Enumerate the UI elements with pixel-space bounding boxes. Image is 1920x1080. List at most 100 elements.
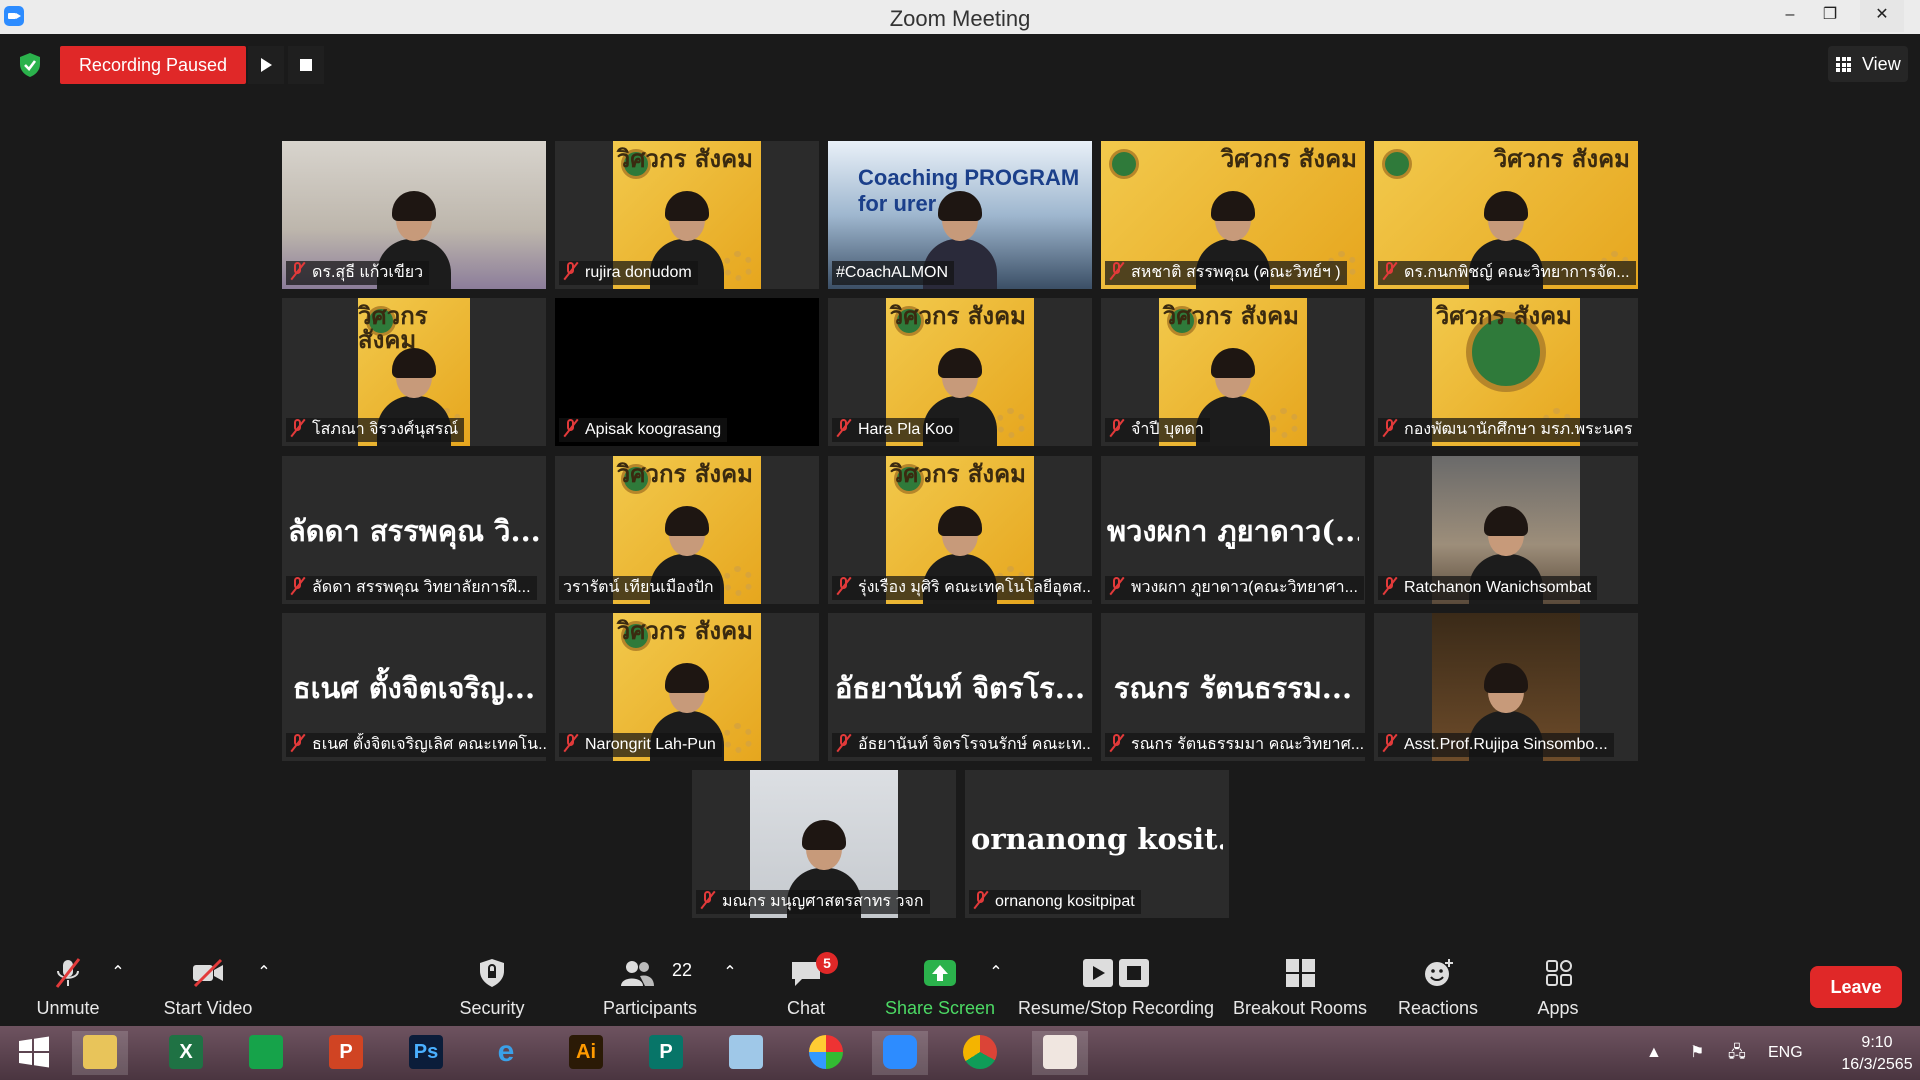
participants-options-caret[interactable]: ⌃ (722, 962, 738, 982)
taskbar-powerpoint[interactable]: P (318, 1031, 374, 1075)
muted-microphone-icon (1109, 261, 1125, 281)
participant-name: สหชาติ สรรพคุณ (คณะวิทย์ฯ ) (1131, 264, 1341, 281)
taskbar-excel[interactable]: X (158, 1031, 214, 1075)
taskbar-chrome[interactable] (952, 1031, 1008, 1075)
gear-decoration-icon (996, 408, 1026, 438)
system-clock[interactable]: 9:10 16/3/2565 (1834, 1032, 1920, 1076)
participant-tile[interactable]: Asst.Prof.Rujipa Sinsombo... (1374, 613, 1638, 761)
resume-stop-icon (1083, 959, 1149, 987)
muted-microphone-icon (563, 418, 579, 438)
participant-tile[interactable]: อัธยานันท์ จิตรโร... อัธยานันท์ จิตรโรจนร… (828, 613, 1092, 761)
participant-display-name: พวงผกา ภูยาดาว(... (1107, 514, 1359, 548)
participant-name-bar: ลัดดา สรรพคุณ วิทยาลัยการฝึ... (286, 576, 537, 600)
close-button[interactable]: ✕ (1860, 0, 1904, 32)
muted-microphone-icon (563, 261, 579, 281)
muted-microphone-icon (836, 418, 852, 438)
network-icon[interactable]: 🖧 (1728, 1026, 1746, 1080)
participant-tile[interactable]: รณกร รัตนธรรม... รณกร รัตนธรรมมา คณะวิทยา… (1101, 613, 1365, 761)
participant-display-name: อัธยานันท์ จิตรโร... (834, 671, 1086, 705)
taskbar-file-explorer[interactable] (72, 1031, 128, 1075)
participant-tile[interactable]: วิศวกร สังคม รุ่งเรือง มุศิริ คณะเทคโนโลย… (828, 456, 1092, 604)
share-screen-label: Share Screen (884, 998, 996, 1018)
taskbar-zoom[interactable] (872, 1031, 928, 1075)
stop-recording-button[interactable] (288, 46, 324, 84)
publisher-icon: P (649, 1035, 683, 1069)
internet-explorer-icon: e (497, 1035, 515, 1068)
participant-tile[interactable]: วิศวกร สังคม ดร.กนกพิชญ์ คณะวิทยาการจัด..… (1374, 141, 1638, 289)
taskbar-publisher[interactable]: P (638, 1031, 694, 1075)
encryption-shield-icon[interactable] (18, 52, 42, 78)
muted-microphone-icon (836, 576, 852, 596)
taskbar-photoshop[interactable]: Ps (398, 1031, 454, 1075)
audio-options-caret[interactable]: ⌃ (110, 962, 126, 982)
minimize-button[interactable]: – (1768, 0, 1812, 32)
participant-name: ดร.สุธี แก้วเขียว (312, 264, 424, 281)
participant-name-bar: กองพัฒนานักศึกษา มรภ.พระนคร (1378, 418, 1638, 442)
show-hidden-icons-button[interactable]: ▲ (1646, 1026, 1662, 1080)
participant-tile[interactable]: Ratchanon Wanichsombat (1374, 456, 1638, 604)
view-button[interactable]: View (1828, 46, 1908, 82)
poster-text: วิศวกร สังคม (1435, 301, 1572, 330)
participant-tile[interactable]: วิศวกร สังคม Narongrit Lah-Pun (555, 613, 819, 761)
participants-button[interactable]: 22 Participants (596, 942, 704, 1026)
taskbar-internet-explorer[interactable]: e (478, 1031, 534, 1075)
security-button[interactable]: Security (440, 942, 544, 1026)
participant-tile[interactable]: วิศวกร สังคม Hara Pla Koo (828, 298, 1092, 446)
participant-tile[interactable]: ธเนศ ตั้งจิตเจริญ... ธเนศ ตั้งจิตเจริญเลิ… (282, 613, 546, 761)
clock-time: 9:10 (1861, 1034, 1893, 1051)
input-language[interactable]: ENG (1768, 1026, 1803, 1080)
muted-microphone-icon (290, 733, 306, 753)
action-center-flag-icon[interactable]: ⚑ (1690, 1026, 1704, 1080)
participant-name-bar: โสภณา จิรวงศ์นุสรณ์ (286, 418, 465, 442)
leave-button[interactable]: Leave (1810, 966, 1902, 1008)
participant-name-bar: ธเนศ ตั้งจิตเจริญเลิศ คณะเทคโน... (286, 733, 546, 757)
participant-tile[interactable]: ลัดดา สรรพคุณ วิ... ลัดดา สรรพคุณ วิทยาลั… (282, 456, 546, 604)
breakout-rooms-button[interactable]: Breakout Rooms (1230, 942, 1370, 1026)
gear-decoration-icon (723, 251, 753, 281)
chat-label: Chat (786, 998, 826, 1018)
reactions-button[interactable]: Reactions (1388, 942, 1488, 1026)
muted-microphone-icon (700, 890, 716, 910)
illustrator-icon: Ai (569, 1035, 603, 1069)
participant-tile[interactable]: Coaching PROGRAM for urer #CoachALMON (828, 141, 1092, 289)
muted-microphone-icon (1382, 576, 1398, 596)
share-screen-icon (924, 960, 956, 986)
security-label: Security (459, 998, 525, 1018)
taskbar-illustrator[interactable]: Ai (558, 1031, 614, 1075)
share-options-caret[interactable]: ⌃ (988, 962, 1004, 982)
window-title-bar: Zoom Meeting – ❐ ✕ (0, 0, 1920, 34)
start-video-button[interactable]: Start Video (158, 942, 258, 1026)
participant-name: Hara Pla Koo (858, 421, 954, 438)
maximize-button[interactable]: ❐ (1808, 0, 1852, 32)
breakout-rooms-label: Breakout Rooms (1232, 998, 1368, 1018)
chat-unread-badge: 5 (816, 952, 838, 974)
share-screen-button[interactable]: Share Screen (882, 942, 998, 1026)
muted-microphone-icon (1382, 261, 1398, 281)
participant-tile[interactable]: ดร.สุธี แก้วเขียว (282, 141, 546, 289)
participant-tile[interactable]: วิศวกร สังคมกองพัฒนานักศึกษา มรภ.พระนคร (1374, 298, 1638, 446)
participant-tile[interactable]: วิศวกร สังคม วรารัตน์ เทียนเมืองปัก (555, 456, 819, 604)
participant-tile[interactable]: วิศวกร สังคม rujira donudom (555, 141, 819, 289)
excel-icon: X (169, 1035, 203, 1069)
participant-tile[interactable]: ornanong kosit... ornanong kositpipat (965, 770, 1229, 918)
muted-microphone-icon (1382, 733, 1398, 753)
resume-stop-recording-button[interactable]: Resume/Stop Recording (1016, 942, 1216, 1026)
video-options-caret[interactable]: ⌃ (256, 962, 272, 982)
apps-button[interactable]: Apps (1518, 942, 1598, 1026)
participant-tile[interactable]: พวงผกา ภูยาดาว(... พวงผกา ภูยาดาว(คณะวิทย… (1101, 456, 1365, 604)
participant-tile[interactable]: วิศวกร สังคม จำปี บุตดา (1101, 298, 1365, 446)
participant-name: Narongrit Lah-Pun (585, 736, 716, 753)
participant-tile[interactable]: Apisak koograsang (555, 298, 819, 446)
unmute-button[interactable]: Unmute (18, 942, 118, 1026)
participant-tile[interactable]: มณกร มนุญศาสตรสาทร วจก (692, 770, 956, 918)
participant-tile[interactable]: วิศวกร สังคม โสภณา จิรวงศ์นุสรณ์ (282, 298, 546, 446)
taskbar-photoscape[interactable] (798, 1031, 854, 1075)
taskbar-notepad[interactable] (718, 1031, 774, 1075)
taskbar-photo-viewer[interactable] (1032, 1031, 1088, 1075)
participant-tile[interactable]: วิศวกร สังคม สหชาติ สรรพคุณ (คณะวิทย์ฯ ) (1101, 141, 1365, 289)
windows-start-button[interactable] (6, 1031, 62, 1075)
participant-name-bar: ornanong kositpipat (969, 890, 1141, 914)
resume-recording-button[interactable] (248, 46, 284, 84)
taskbar-publisher-green[interactable] (238, 1031, 294, 1075)
poster-text: วิศวกร สังคม (616, 459, 753, 488)
